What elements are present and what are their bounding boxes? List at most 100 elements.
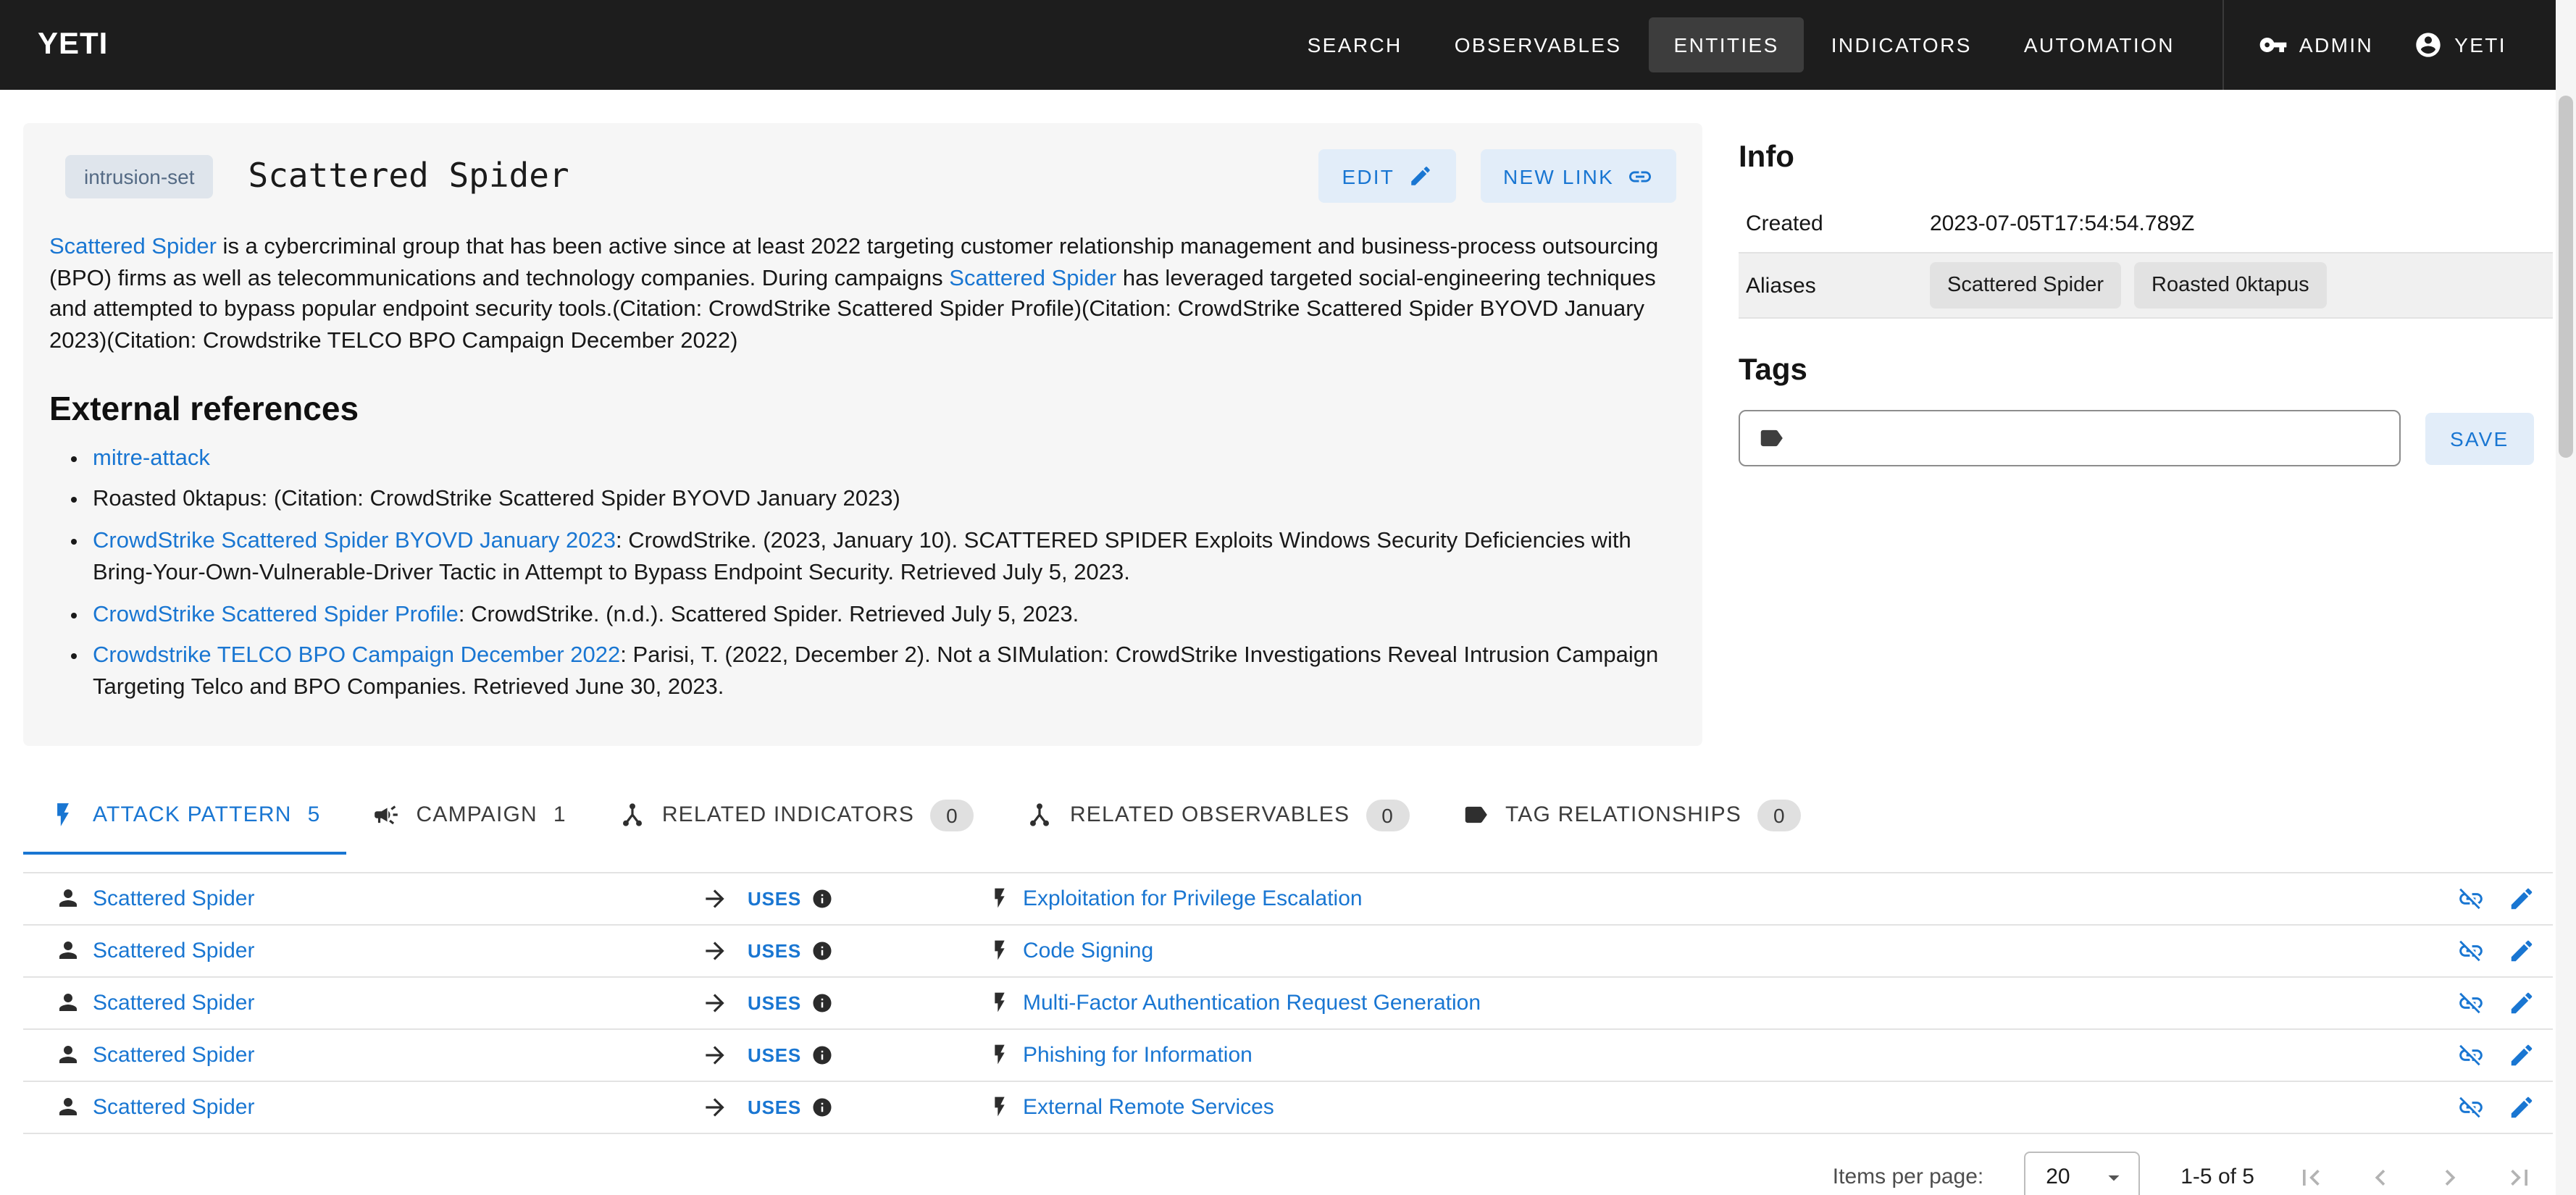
entity-description: Scattered Spider is a cybercriminal grou… xyxy=(49,232,1676,358)
pagination-range: 1-5 of 5 xyxy=(2180,1165,2254,1189)
entity-actions: EDIT NEW LINK xyxy=(1318,149,1676,203)
unlink-icon[interactable] xyxy=(2457,884,2485,912)
unlink-icon[interactable] xyxy=(2457,1093,2485,1120)
source-link[interactable]: Scattered Spider xyxy=(93,886,254,910)
relation-type-label[interactable]: USES xyxy=(748,939,801,961)
tab-campaign[interactable]: CAMPAIGN 1 xyxy=(347,779,593,854)
nav-item-automation[interactable]: AUTOMATION xyxy=(1999,17,2199,72)
info-icon[interactable] xyxy=(811,887,833,909)
nav-item-search[interactable]: SEARCH xyxy=(1283,17,1427,72)
aliases-row: Aliases Scattered SpiderRoasted 0ktapus xyxy=(1739,253,2553,319)
nav-item-indicators[interactable]: INDICATORS xyxy=(1807,17,1996,72)
bolt-icon xyxy=(988,991,1011,1014)
nav-item-observables[interactable]: OBSERVABLES xyxy=(1430,17,1647,72)
tab-label: RELATED INDICATORS xyxy=(662,802,914,827)
last-page-icon[interactable] xyxy=(2504,1161,2535,1193)
tab-count-chip: 0 xyxy=(1366,799,1410,831)
unlink-icon[interactable] xyxy=(2457,989,2485,1016)
nav-user-menu[interactable]: YETI xyxy=(2393,16,2527,74)
relation-type-label[interactable]: USES xyxy=(748,887,801,909)
edit-icon[interactable] xyxy=(2508,884,2535,912)
edit-button[interactable]: EDIT xyxy=(1318,149,1455,203)
tab-related-indicators[interactable]: RELATED INDICATORS 0 xyxy=(593,779,1000,854)
bolt-icon xyxy=(988,1095,1011,1118)
tab-attack-pattern[interactable]: ATTACK PATTERN5 xyxy=(23,779,347,854)
nav-divider xyxy=(2222,0,2224,90)
relation-type-label[interactable]: USES xyxy=(748,1096,801,1118)
target-link[interactable]: Code Signing xyxy=(1023,938,1153,963)
target-link[interactable]: Phishing for Information xyxy=(1023,1042,1253,1067)
previous-page-icon[interactable] xyxy=(2364,1161,2396,1193)
relationship-target-cell: Phishing for Information xyxy=(988,1042,2402,1067)
target-link[interactable]: Exploitation for Privilege Escalation xyxy=(1023,886,1363,910)
alias-chip[interactable]: Roasted 0ktapus xyxy=(2134,262,2327,309)
scrollbar-thumb[interactable] xyxy=(2559,96,2573,458)
nav-admin-label: ADMIN xyxy=(2299,33,2373,56)
nav-item-entities[interactable]: ENTITIES xyxy=(1649,17,1804,72)
next-page-icon[interactable] xyxy=(2434,1161,2466,1193)
source-link[interactable]: Scattered Spider xyxy=(93,1042,254,1067)
pagination: Items per page: 20 1-5 of 5 xyxy=(23,1142,2553,1195)
edit-icon[interactable] xyxy=(2508,936,2535,964)
external-references-heading: External references xyxy=(49,390,1676,429)
edit-icon[interactable] xyxy=(2508,1041,2535,1068)
relation-type-label[interactable]: USES xyxy=(748,1044,801,1065)
nav-admin[interactable]: ADMIN xyxy=(2238,16,2393,74)
info-icon[interactable] xyxy=(811,1096,833,1118)
row-actions xyxy=(2402,1041,2553,1068)
alias-chip[interactable]: Scattered Spider xyxy=(1930,262,2121,309)
relationship-target-cell: External Remote Services xyxy=(988,1094,2402,1119)
person-icon xyxy=(55,989,81,1015)
reference-link[interactable]: CrowdStrike Scattered Spider Profile xyxy=(93,602,459,626)
tab-count: 1 xyxy=(553,802,566,827)
items-per-page-select[interactable]: 20 xyxy=(2024,1152,2140,1195)
edit-icon[interactable] xyxy=(2508,1093,2535,1120)
entity-inline-link[interactable]: Scattered Spider xyxy=(949,266,1116,290)
relationship-source-cell: Scattered Spider xyxy=(55,1094,701,1120)
info-icon[interactable] xyxy=(811,991,833,1013)
account-circle-icon xyxy=(2414,30,2443,59)
content: intrusion-set Scattered Spider EDIT NEW … xyxy=(0,90,2576,745)
source-link[interactable]: Scattered Spider xyxy=(93,990,254,1015)
entity-inline-link[interactable]: Scattered Spider xyxy=(49,235,217,259)
reference-link[interactable]: CrowdStrike Scattered Spider BYOVD Janua… xyxy=(93,529,616,553)
tab-tag-relationships[interactable]: TAG RELATIONSHIPS0 xyxy=(1436,779,1828,854)
nav-items: SEARCHOBSERVABLESENTITIESINDICATORSAUTOM… xyxy=(1283,17,2199,72)
reference-item: mitre-attack xyxy=(93,443,1676,474)
target-link[interactable]: Multi-Factor Authentication Request Gene… xyxy=(1023,990,1481,1015)
unlink-icon[interactable] xyxy=(2457,936,2485,964)
reference-item: Roasted 0ktapus: (Citation: CrowdStrike … xyxy=(93,485,1676,516)
graph-icon xyxy=(1026,801,1054,829)
scrollbar[interactable] xyxy=(2556,0,2576,1195)
info-icon[interactable] xyxy=(811,939,833,961)
edit-icon[interactable] xyxy=(2508,989,2535,1016)
relation-type-cell: USES xyxy=(748,1096,988,1118)
tab-count-chip: 0 xyxy=(930,799,974,831)
first-page-icon[interactable] xyxy=(2295,1161,2327,1193)
reference-text: : CrowdStrike. (n.d.). Scattered Spider.… xyxy=(459,602,1079,626)
tab-label: CAMPAIGN xyxy=(417,802,538,827)
app-logo[interactable]: YETI xyxy=(38,28,108,62)
reference-link[interactable]: mitre-attack xyxy=(93,446,210,471)
reference-item: CrowdStrike Scattered Spider Profile: Cr… xyxy=(93,599,1676,630)
relationship-row: Scattered Spider USES Multi-Factor Authent… xyxy=(23,977,2553,1029)
arrow-right-icon xyxy=(701,989,748,1016)
tab-related-observables[interactable]: RELATED OBSERVABLES 0 xyxy=(1000,779,1436,854)
relationship-tabs: ATTACK PATTERN5 CAMPAIGN 1 RELATED INDICATO… xyxy=(23,779,2553,854)
relation-type-label[interactable]: USES xyxy=(748,991,801,1013)
source-link[interactable]: Scattered Spider xyxy=(93,938,254,963)
info-icon[interactable] xyxy=(811,1044,833,1065)
tag-icon xyxy=(1462,801,1489,829)
entity-type-chip: intrusion-set xyxy=(65,154,214,198)
tab-count-chip: 0 xyxy=(1757,799,1802,831)
reference-link[interactable]: Crowdstrike TELCO BPO Campaign December … xyxy=(93,643,620,668)
person-icon xyxy=(55,885,81,911)
source-link[interactable]: Scattered Spider xyxy=(93,1094,254,1119)
target-link[interactable]: External Remote Services xyxy=(1023,1094,1274,1119)
save-button[interactable]: SAVE xyxy=(2425,412,2533,464)
graph-icon xyxy=(619,801,646,829)
new-link-button[interactable]: NEW LINK xyxy=(1480,149,1676,203)
tab-label: RELATED OBSERVABLES xyxy=(1070,802,1350,827)
unlink-icon[interactable] xyxy=(2457,1041,2485,1068)
tags-input[interactable] xyxy=(1739,410,2401,466)
